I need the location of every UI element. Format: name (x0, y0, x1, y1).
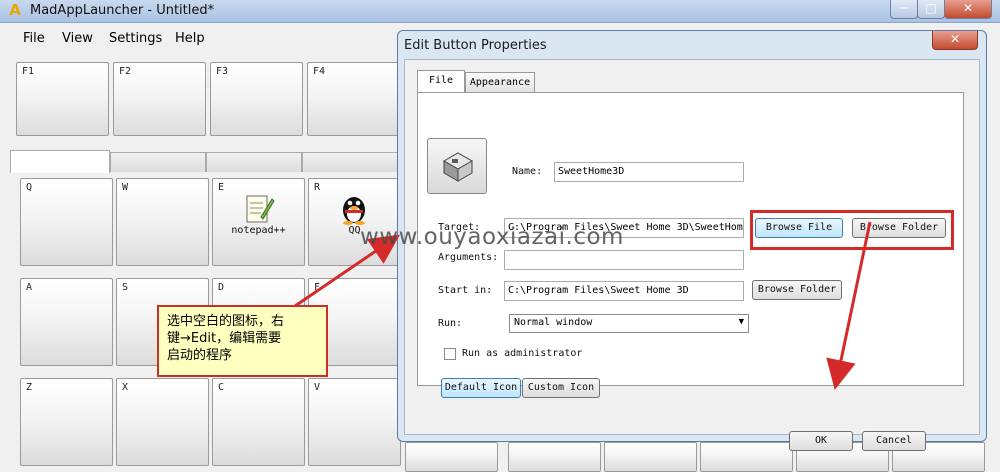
minimize-button[interactable]: ─ (890, 0, 918, 19)
key-hidden[interactable] (700, 442, 793, 472)
key-a[interactable]: A (20, 278, 113, 366)
annotation-callout: 选中空白的图标，右 键→Edit，编辑需要 启动的程序 (157, 305, 328, 377)
cancel-button[interactable]: Cancel (862, 431, 926, 451)
dialog-title: Edit Button Properties (404, 38, 547, 53)
run-as-admin-label: Run as administrator (462, 348, 583, 359)
start-in-input[interactable]: C:\Program Files\Sweet Home 3D (504, 281, 744, 301)
close-button[interactable]: ✕ (944, 0, 992, 19)
app-icon-button[interactable] (427, 138, 487, 194)
menu-view[interactable]: View (62, 31, 93, 46)
key-label: D (218, 282, 225, 293)
sweethome3d-icon (442, 152, 474, 182)
default-icon-button[interactable]: Default Icon (441, 378, 521, 398)
callout-line: 键→Edit，编辑需要 (167, 331, 282, 346)
callout-line: 启动的程序 (167, 348, 233, 363)
key-v[interactable]: V (308, 378, 401, 466)
dialog-close-button[interactable]: ✕ (932, 31, 978, 50)
tab-appearance[interactable]: Appearance (465, 72, 535, 92)
group-tab[interactable] (302, 152, 398, 172)
maximize-button[interactable]: □ (917, 0, 945, 19)
key-x[interactable]: X (116, 378, 209, 466)
key-label: F3 (216, 66, 229, 77)
key-label: Z (26, 382, 33, 393)
run-mode-value: Normal window (514, 317, 593, 328)
key-label: F2 (119, 66, 132, 77)
app-logo-icon: A (9, 1, 21, 19)
key-c[interactable]: C (212, 378, 305, 466)
key-e[interactable]: E notepad++ (212, 178, 305, 266)
start-in-label: Start in: (438, 285, 493, 296)
key-f2[interactable]: F2 (113, 62, 206, 136)
name-input[interactable]: SweetHome3D (554, 162, 744, 182)
key-app-name: notepad++ (231, 225, 286, 236)
key-label: F4 (313, 66, 326, 77)
key-label: V (314, 382, 321, 393)
key-label: W (122, 182, 129, 193)
key-label: F (314, 282, 321, 293)
run-as-admin-checkbox[interactable] (444, 348, 456, 360)
arguments-input[interactable] (504, 250, 744, 270)
title-bar: A MadAppLauncher - Untitled* ─ □ ✕ (0, 0, 1000, 23)
dropdown-arrow-icon: ▼ (738, 317, 744, 327)
key-label: F1 (22, 66, 35, 77)
key-w[interactable]: W (116, 178, 209, 266)
key-f1[interactable]: F1 (16, 62, 109, 136)
key-label: A (26, 282, 33, 293)
ok-button[interactable]: OK (789, 431, 853, 451)
menu-settings[interactable]: Settings (109, 31, 162, 46)
group-tab-active[interactable] (10, 150, 110, 173)
arguments-label: Arguments: (438, 252, 499, 263)
key-q[interactable]: Q (20, 178, 113, 266)
group-tab[interactable] (206, 152, 302, 172)
key-label: S (122, 282, 129, 293)
key-label: Q (26, 182, 33, 193)
name-label: Name: (512, 166, 543, 177)
key-label: R (314, 182, 321, 193)
custom-icon-button[interactable]: Custom Icon (522, 378, 600, 398)
qq-penguin-icon (343, 197, 365, 225)
notepad-icon (246, 195, 275, 223)
key-z[interactable]: Z (20, 378, 113, 466)
key-label: X (122, 382, 129, 393)
key-hidden[interactable] (405, 442, 498, 472)
watermark: www.ouyaoxiazai.com (360, 224, 624, 250)
menu-file[interactable]: File (23, 31, 45, 46)
key-label: E (218, 182, 225, 193)
key-f3[interactable]: F3 (210, 62, 303, 136)
run-label: Run: (438, 318, 463, 329)
key-r[interactable]: R QQ (308, 178, 401, 266)
start-in-browse-folder-button[interactable]: Browse Folder (752, 280, 842, 300)
browse-file-button[interactable]: Browse File (755, 218, 843, 238)
group-tab[interactable] (110, 152, 206, 172)
key-f4[interactable]: F4 (307, 62, 400, 136)
tab-file[interactable]: File (417, 70, 465, 93)
run-mode-select[interactable]: Normal window ▼ (509, 314, 749, 333)
key-hidden[interactable] (508, 442, 601, 472)
callout-line: 选中空白的图标，右 (167, 314, 285, 329)
key-label: C (218, 382, 225, 393)
menu-help[interactable]: Help (175, 31, 205, 46)
window-title: MadAppLauncher - Untitled* (30, 3, 215, 18)
browse-folder-button[interactable]: Browse Folder (852, 218, 946, 238)
key-hidden[interactable] (604, 442, 697, 472)
